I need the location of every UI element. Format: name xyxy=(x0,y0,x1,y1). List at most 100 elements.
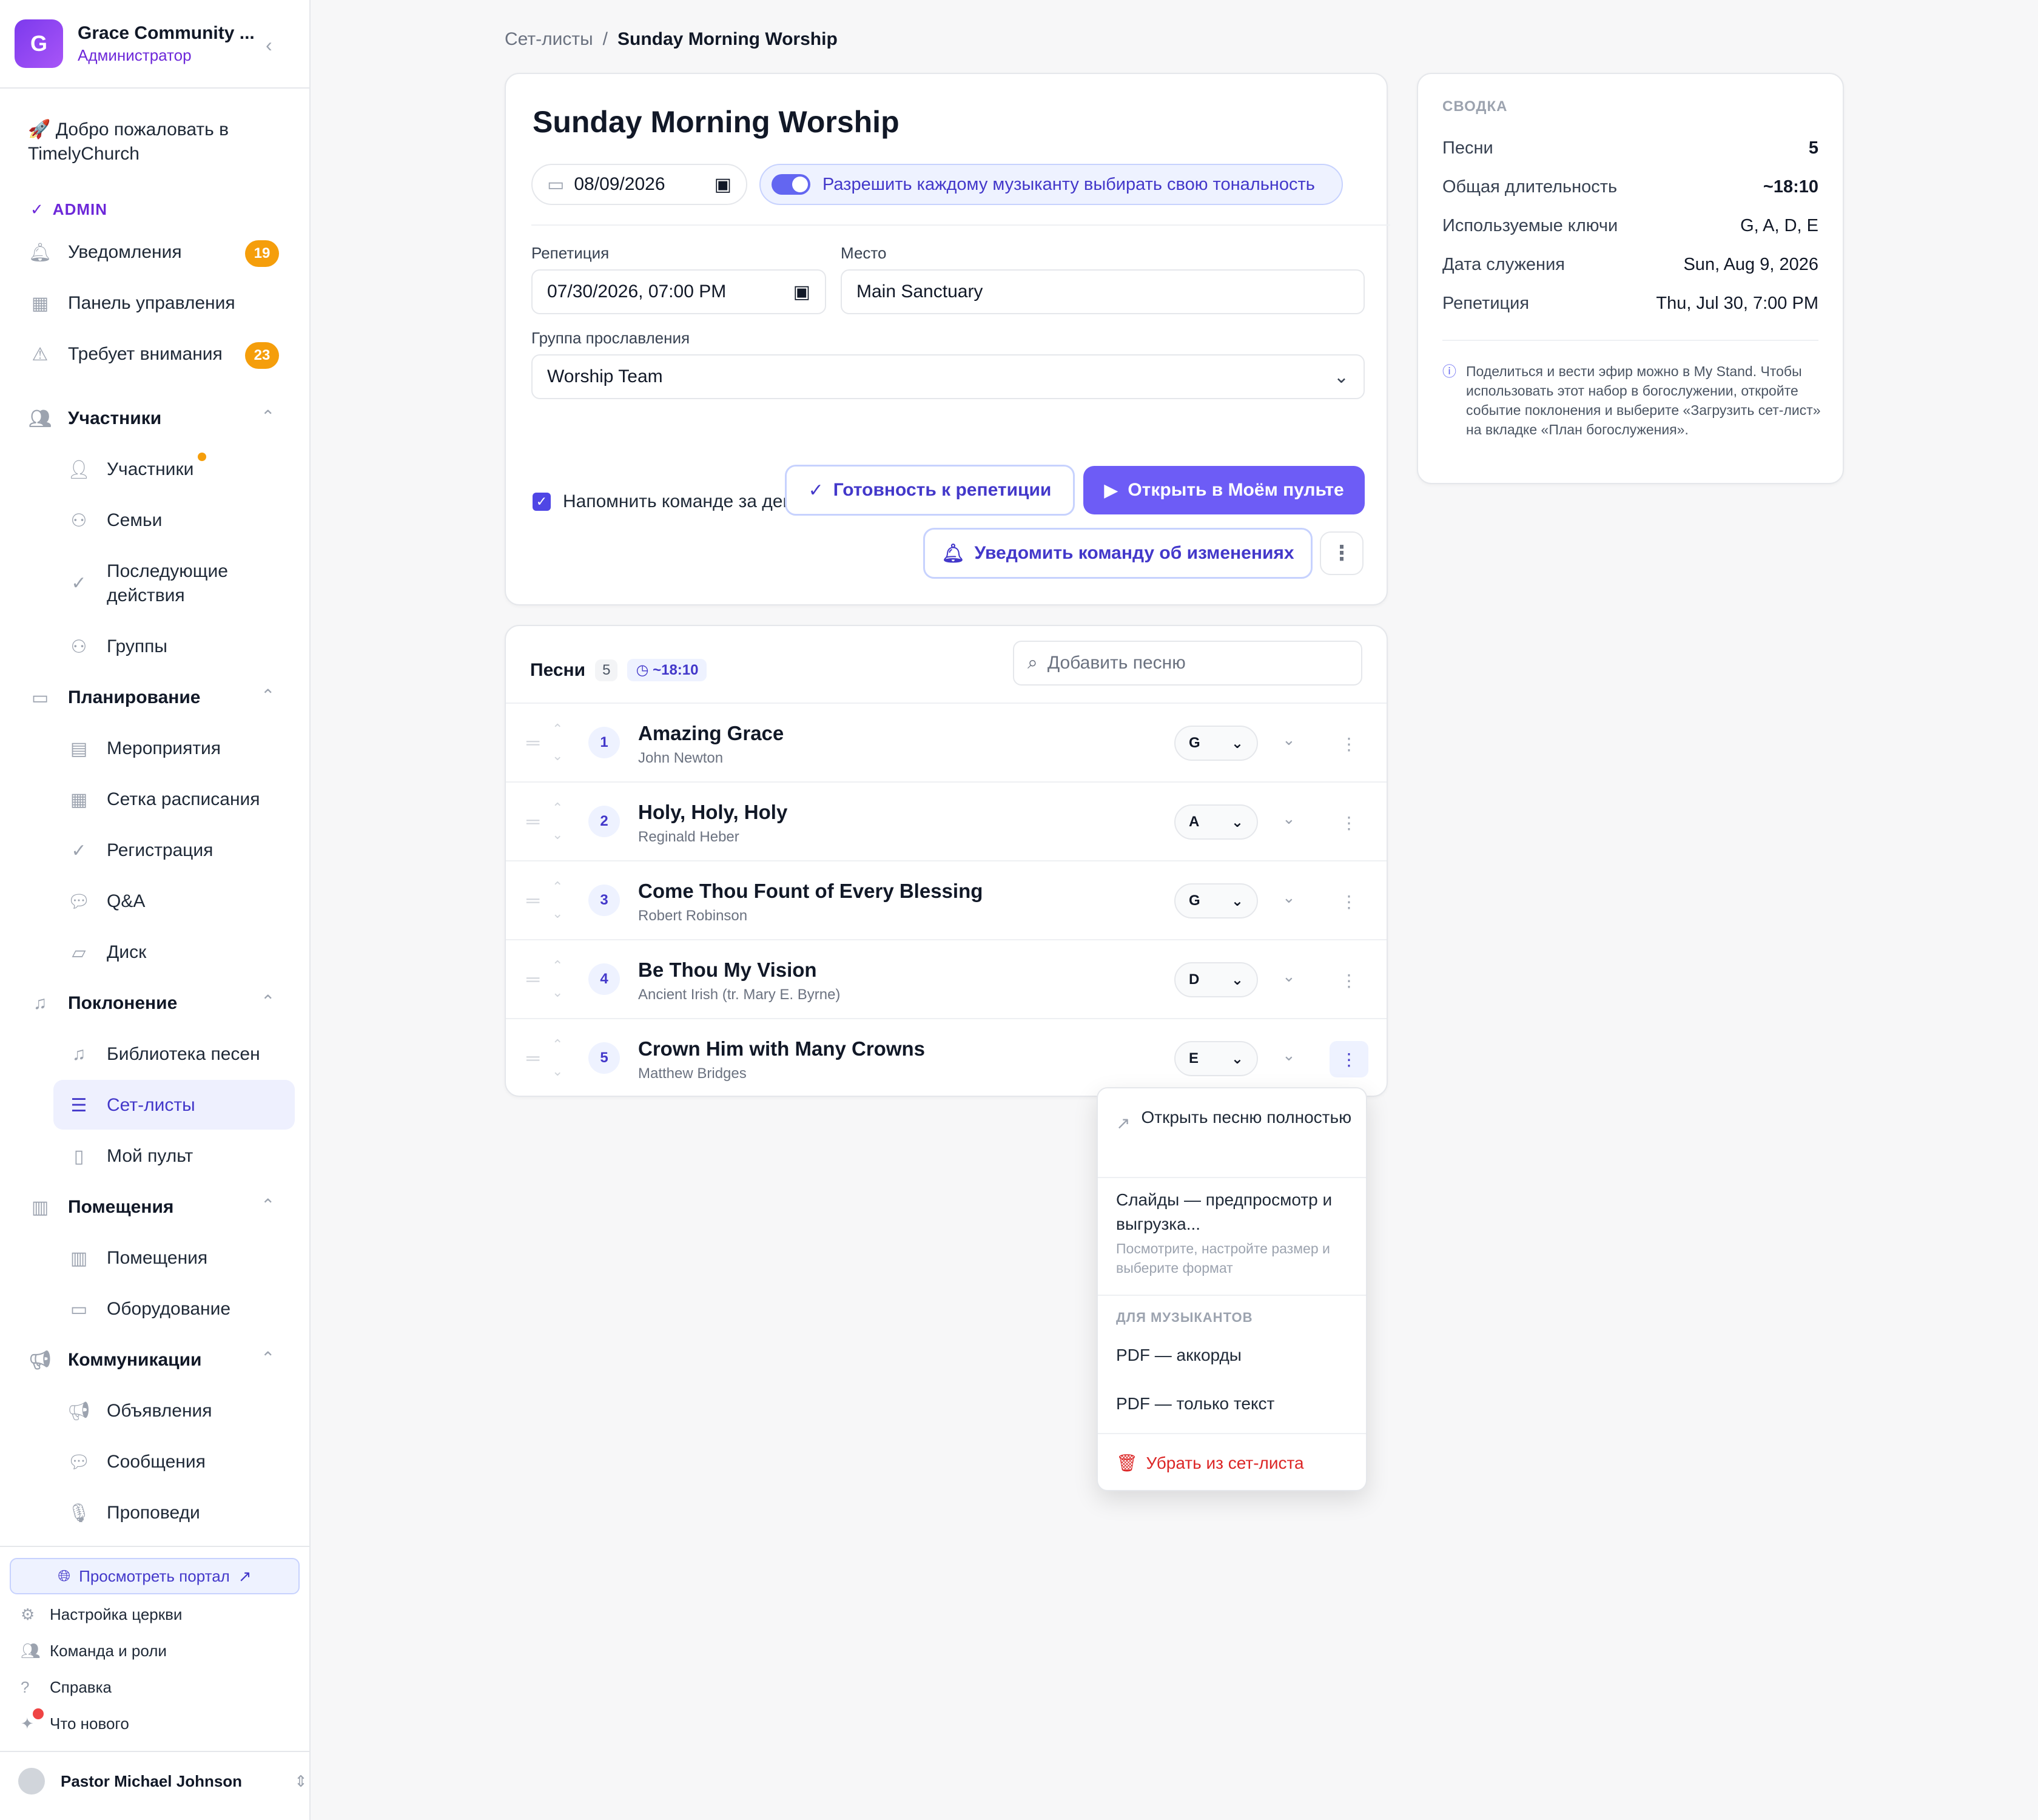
chevron-up-icon[interactable]: ⌃ xyxy=(261,406,275,426)
location-input[interactable]: Main Sanctuary xyxy=(841,269,1365,314)
nav-schedule-grid[interactable]: ▦ Сетка расписания xyxy=(67,787,260,812)
nav-members[interactable]: 👤︎ Участники xyxy=(67,457,193,482)
view-portal-button[interactable]: 🌐︎ Просмотреть портал ↗ xyxy=(10,1558,300,1594)
service-date-input[interactable]: ▭ 08/09/2026 ▣ xyxy=(531,164,747,205)
chevron-up-icon[interactable]: ⌃ xyxy=(261,991,275,1011)
worship-team-select[interactable]: Worship Team ⌄ xyxy=(531,354,1365,399)
nav-families[interactable]: ⚇ Семьи xyxy=(67,508,163,533)
song-menu-button[interactable]: ⋮ xyxy=(1330,1041,1368,1077)
song-row[interactable]: ═ ⌃ ⌄ 1 Amazing Grace John Newton G ⌄ ⌄ ⋮ xyxy=(506,703,1387,781)
expand-chevron-icon[interactable]: ⌄ xyxy=(1282,967,1296,986)
pdf-chords-item[interactable]: PDF — аккорды xyxy=(1116,1343,1242,1367)
song-title[interactable]: Be Thou My Vision xyxy=(638,959,817,982)
song-menu-button[interactable]: ⋮ xyxy=(1330,883,1368,920)
more-options-button[interactable]: ⋮ xyxy=(1320,531,1364,575)
expand-chevron-icon[interactable]: ⌄ xyxy=(1282,730,1296,749)
bell-icon: 🔔︎ xyxy=(28,242,52,263)
user-menu[interactable]: Pastor Michael Johnson ⇕ xyxy=(18,1768,308,1795)
key-select[interactable]: D ⌄ xyxy=(1174,962,1258,997)
expand-chevron-icon[interactable]: ⌄ xyxy=(1282,888,1296,907)
song-menu-button[interactable]: ⋮ xyxy=(1330,726,1368,762)
drag-handle-icon[interactable]: ═ xyxy=(526,1048,539,1069)
expand-chevron-icon[interactable]: ⌄ xyxy=(1282,1046,1296,1065)
drag-handle-icon[interactable]: ═ xyxy=(526,969,539,990)
nav-qa[interactable]: 💬︎ Q&A xyxy=(67,889,145,914)
song-menu-button[interactable]: ⋮ xyxy=(1330,804,1368,841)
pdf-text-item[interactable]: PDF — только текст xyxy=(1116,1392,1274,1416)
reorder-arrows[interactable]: ⌃ ⌄ xyxy=(552,795,563,848)
rehearsal-readiness-button[interactable]: ✓ Готовность к репетиции xyxy=(785,465,1075,516)
chevron-down-icon: ⌄ xyxy=(1333,366,1349,387)
breadcrumb-parent[interactable]: Сет-листы xyxy=(505,29,593,50)
key-select[interactable]: G ⌄ xyxy=(1174,726,1258,761)
song-title[interactable]: Holy, Holy, Holy xyxy=(638,801,787,824)
slides-preview-item[interactable]: Слайды — предпросмотр и выгрузка... Посм… xyxy=(1116,1188,1353,1278)
chevron-up-icon[interactable]: ⌃ xyxy=(261,686,275,706)
key-select[interactable]: E ⌄ xyxy=(1174,1041,1258,1076)
nav-events[interactable]: ▤ Мероприятия xyxy=(67,736,221,761)
nav-notifications[interactable]: 🔔︎ Уведомления xyxy=(28,240,182,265)
church-settings-link[interactable]: ⚙︎ Настройка церкви xyxy=(21,1605,182,1624)
reorder-arrows[interactable]: ⌃ ⌄ xyxy=(552,1031,563,1085)
nav-followups[interactable]: ✓ Последующие действия xyxy=(67,559,249,608)
chevron-up-icon[interactable]: ⌃ xyxy=(261,1195,275,1215)
nav-attention[interactable]: ⚠︎ Требует внимания xyxy=(28,342,223,366)
nav-my-stand[interactable]: ▯ Мой пульт xyxy=(67,1144,193,1168)
nav-sermons[interactable]: 🎙︎ Проповеди xyxy=(67,1501,200,1525)
notify-team-button[interactable]: 🔔︎ Уведомить команду об изменениях xyxy=(923,528,1313,579)
nav-song-library[interactable]: ♫ Библиотека песен xyxy=(67,1042,260,1067)
song-row[interactable]: ═ ⌃ ⌄ 4 Be Thou My Vision Ancient Irish (… xyxy=(506,939,1387,1018)
remind-team-checkbox[interactable]: ✓ Напомнить команде за день до xyxy=(533,491,828,512)
nav-equipment[interactable]: ▭ Оборудование xyxy=(67,1297,230,1321)
nav-announcements[interactable]: 📢︎ Объявления xyxy=(67,1399,212,1423)
chevron-up-icon[interactable]: ⌃ xyxy=(261,1348,275,1368)
nav-section-rooms[interactable]: ▥ Помещения xyxy=(28,1195,174,1219)
move-down-icon: ⌄ xyxy=(552,1063,563,1079)
move-up-icon: ⌃ xyxy=(552,721,563,736)
song-row[interactable]: ═ ⌃ ⌄ 3 Come Thou Fount of Every Blessing… xyxy=(506,860,1387,939)
song-title[interactable]: Come Thou Fount of Every Blessing xyxy=(638,880,983,903)
per-musician-key-toggle[interactable]: Разрешить каждому музыканту выбирать сво… xyxy=(759,164,1343,205)
song-title[interactable]: Crown Him with Many Crowns xyxy=(638,1037,925,1060)
nav-section-planning[interactable]: ▭ Планирование xyxy=(28,686,201,710)
nav-registration[interactable]: ✓ Регистрация xyxy=(67,838,213,863)
nav-rooms[interactable]: ▥ Помещения xyxy=(67,1246,207,1270)
nav-drive[interactable]: ▱ Диск xyxy=(67,940,146,965)
help-link[interactable]: ? Справка xyxy=(21,1678,112,1697)
drag-handle-icon[interactable]: ═ xyxy=(526,812,539,832)
checkbox-checked[interactable]: ✓ xyxy=(533,493,551,511)
calendar-picker-icon[interactable]: ▣ xyxy=(793,281,810,303)
open-song-full-item[interactable]: ↗ Открыть песню полностью xyxy=(1116,1105,1353,1136)
key-select[interactable]: A ⌄ xyxy=(1174,804,1258,840)
rehearsal-datetime-input[interactable]: 07/30/2026, 07:00 PM ▣ xyxy=(531,269,826,314)
song-row[interactable]: ═ ⌃ ⌄ 5 Crown Him with Many Crowns Matthe… xyxy=(506,1018,1387,1096)
divider xyxy=(1098,1177,1366,1178)
song-menu-button[interactable]: ⋮ xyxy=(1330,962,1368,999)
add-song-search[interactable]: ⌕ Добавить песню xyxy=(1013,641,1362,686)
calendar-picker-icon[interactable]: ▣ xyxy=(715,174,731,195)
avatar xyxy=(18,1768,45,1795)
team-roles-link[interactable]: 👥︎ Команда и роли xyxy=(21,1642,167,1660)
help-icon: ? xyxy=(21,1678,30,1696)
toggle-switch[interactable] xyxy=(772,174,810,195)
reorder-arrows[interactable]: ⌃ ⌄ xyxy=(552,952,563,1006)
expand-chevron-icon[interactable]: ⌄ xyxy=(1282,809,1296,828)
nav-section-members[interactable]: 👥︎ Участники xyxy=(28,406,161,431)
nav-messages[interactable]: 💬︎ Сообщения xyxy=(67,1450,206,1474)
open-in-my-stand-button[interactable]: ▶ Открыть в Моём пульте xyxy=(1083,466,1365,514)
drag-handle-icon[interactable]: ═ xyxy=(526,891,539,911)
reorder-arrows[interactable]: ⌃ ⌄ xyxy=(552,874,563,927)
song-row[interactable]: ═ ⌃ ⌄ 2 Holy, Holy, Holy Reginald Heber A… xyxy=(506,781,1387,860)
collapse-sidebar-icon[interactable]: ‹ xyxy=(266,34,272,56)
key-select[interactable]: G ⌄ xyxy=(1174,883,1258,918)
reorder-arrows[interactable]: ⌃ ⌄ xyxy=(552,716,563,769)
nav-setlists[interactable]: ☰ Сет-листы xyxy=(67,1093,195,1117)
nav-dashboard[interactable]: ▦ Панель управления xyxy=(28,291,235,315)
org-switcher[interactable]: G Grace Community ... Администратор xyxy=(15,19,255,68)
drag-handle-icon[interactable]: ═ xyxy=(526,733,539,753)
remove-from-setlist-item[interactable]: 🗑︎ Убрать из сет-листа xyxy=(1116,1451,1304,1475)
nav-groups[interactable]: ⚇ Группы xyxy=(67,635,167,659)
nav-section-worship[interactable]: ♫ Поклонение xyxy=(28,991,178,1016)
song-title[interactable]: Amazing Grace xyxy=(638,722,784,745)
nav-section-communications[interactable]: 📢︎ Коммуникации xyxy=(28,1348,202,1372)
